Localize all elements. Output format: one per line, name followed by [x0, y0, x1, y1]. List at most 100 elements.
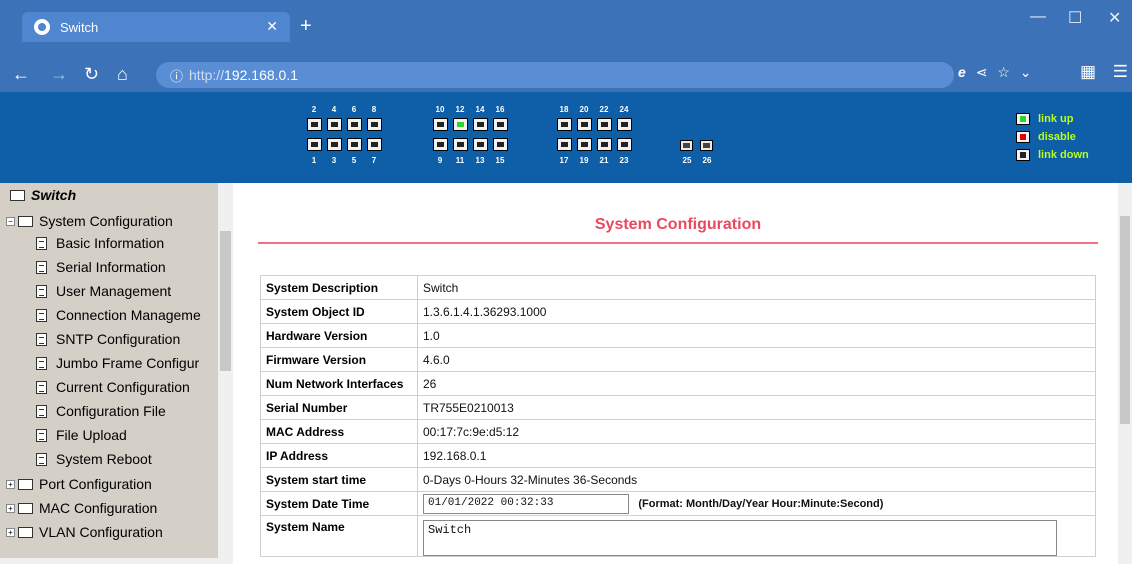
link-down-icon: [1016, 149, 1030, 161]
port-5[interactable]: [347, 138, 362, 151]
tree-section-vlan-configuration[interactable]: + VLAN Configuration: [6, 524, 163, 540]
port-number-label: 2: [311, 105, 317, 114]
apps-grid-icon[interactable]: ▦: [1080, 62, 1096, 81]
home-button[interactable]: ⌂: [117, 64, 128, 84]
port-7[interactable]: [367, 138, 382, 151]
tree-section-system-configuration[interactable]: − System Configuration: [6, 213, 173, 229]
page-scroll-thumb[interactable]: [1120, 216, 1130, 424]
port-18[interactable]: [557, 118, 572, 131]
port-number-label: 18: [559, 105, 569, 114]
field-label: IP Address: [260, 443, 418, 468]
expand-icon[interactable]: +: [6, 503, 15, 513]
field-label: System Description: [260, 275, 418, 300]
port-number-label: 7: [371, 156, 377, 165]
sidebar-item-user-management[interactable]: User Management: [36, 283, 171, 299]
menu-icon[interactable]: ☰: [1113, 62, 1128, 81]
sidebar-scroll-thumb[interactable]: [220, 231, 231, 371]
port-24[interactable]: [617, 118, 632, 131]
link-up-icon: [1016, 113, 1030, 125]
site-info-icon[interactable]: ⓘ: [170, 66, 183, 85]
legend-link-down: link down: [1038, 149, 1089, 161]
table-row: Num Network Interfaces 26: [260, 371, 1096, 396]
port-number-label: 11: [455, 156, 465, 165]
browser-action-icons[interactable]: e ⋖ ☆ ⌄: [958, 64, 1032, 81]
field-value: Switch: [417, 275, 1096, 300]
legend-disable: disable: [1038, 131, 1076, 143]
sidebar-item-configuration-file[interactable]: Configuration File: [36, 403, 166, 419]
tree-root-label: Switch: [31, 187, 77, 203]
sidebar-item-file-upload[interactable]: File Upload: [36, 427, 127, 443]
port-11[interactable]: [453, 138, 468, 151]
field-value: 26: [417, 371, 1096, 396]
collapse-icon[interactable]: −: [6, 216, 15, 226]
expand-icon[interactable]: +: [6, 527, 15, 537]
port-23[interactable]: [617, 138, 632, 151]
port-25[interactable]: [680, 140, 693, 151]
favorite-star-icon[interactable]: ☆: [997, 64, 1010, 80]
close-tab-icon[interactable]: ✕: [266, 18, 278, 35]
chevron-down-icon[interactable]: ⌄: [1020, 64, 1032, 80]
sidebar-item-system-reboot[interactable]: System Reboot: [36, 451, 152, 467]
port-12[interactable]: [453, 118, 468, 131]
close-window-button[interactable]: ✕: [1108, 8, 1121, 28]
port-10[interactable]: [433, 118, 448, 131]
nav-sidebar: Switch − System Configuration Basic Info…: [0, 183, 233, 564]
port-21[interactable]: [597, 138, 612, 151]
sidebar-item-current-configuration[interactable]: Current Configuration: [36, 379, 190, 395]
port-15[interactable]: [493, 138, 508, 151]
port-26[interactable]: [700, 140, 713, 151]
system-info-table: System Description Switch System Object ID…: [260, 275, 1096, 557]
ie-mode-icon[interactable]: e: [958, 64, 966, 80]
port-9[interactable]: [433, 138, 448, 151]
tab-title: Switch: [60, 19, 99, 35]
port-13[interactable]: [473, 138, 488, 151]
expand-icon[interactable]: +: [6, 479, 15, 489]
port-1[interactable]: [307, 138, 322, 151]
port-3[interactable]: [327, 138, 342, 151]
sidebar-item-serial-information[interactable]: Serial Information: [36, 259, 166, 275]
share-icon[interactable]: ⋖: [976, 64, 988, 80]
minimize-button[interactable]: —: [1030, 8, 1046, 26]
sidebar-item-label: Configuration File: [56, 403, 166, 419]
tree-section-port-configuration[interactable]: + Port Configuration: [6, 476, 152, 492]
sidebar-item-sntp-configuration[interactable]: SNTP Configuration: [36, 331, 180, 347]
sidebar-item-basic-information[interactable]: Basic Information: [36, 235, 164, 251]
field-label: Hardware Version: [260, 323, 418, 348]
browser-tab[interactable]: Switch ✕: [22, 12, 290, 42]
forward-button[interactable]: →: [50, 64, 68, 84]
port-14[interactable]: [473, 118, 488, 131]
port-20[interactable]: [577, 118, 592, 131]
port-16[interactable]: [493, 118, 508, 131]
maximize-button[interactable]: ☐: [1068, 8, 1082, 28]
port-number-label: 13: [475, 156, 485, 165]
port-number-label: 20: [579, 105, 589, 114]
port-number-label: 15: [495, 156, 505, 165]
tree-section-mac-configuration[interactable]: + MAC Configuration: [6, 500, 157, 516]
port-number-label: 1: [311, 156, 317, 165]
field-label: Num Network Interfaces: [260, 371, 418, 396]
port-22[interactable]: [597, 118, 612, 131]
tree-root[interactable]: Switch: [10, 187, 76, 203]
url-input[interactable]: ⓘ http:// 192.168.0.1: [156, 62, 954, 88]
port-17[interactable]: [557, 138, 572, 151]
port-2[interactable]: [307, 118, 322, 131]
table-row-datetime: System Date Time 01/01/2022 00:32:33 (Fo…: [260, 491, 1096, 516]
sidebar-horizontal-scrollbar[interactable]: [0, 558, 218, 564]
port-4[interactable]: [327, 118, 342, 131]
datetime-format-hint: (Format: Month/Day/Year Hour:Minute:Seco…: [638, 497, 884, 510]
sidebar-item-jumbo-frame-configur[interactable]: Jumbo Frame Configur: [36, 355, 199, 371]
reload-button[interactable]: ↻: [84, 64, 99, 84]
system-name-field[interactable]: Switch: [423, 520, 1057, 556]
back-button[interactable]: ←: [12, 64, 30, 84]
new-tab-button[interactable]: +: [300, 16, 312, 36]
extensions-menu[interactable]: ▦ ☰: [1080, 62, 1128, 82]
sidebar-item-connection-manageme[interactable]: Connection Manageme: [36, 307, 201, 323]
page-icon: [36, 308, 47, 322]
datetime-field[interactable]: 01/01/2022 00:32:33: [423, 493, 629, 514]
page-icon: [36, 260, 47, 274]
port-19[interactable]: [577, 138, 592, 151]
port-8[interactable]: [367, 118, 382, 131]
port-6[interactable]: [347, 118, 362, 131]
disable-icon: [1016, 131, 1030, 143]
sidebar-item-label: System Reboot: [56, 451, 152, 467]
